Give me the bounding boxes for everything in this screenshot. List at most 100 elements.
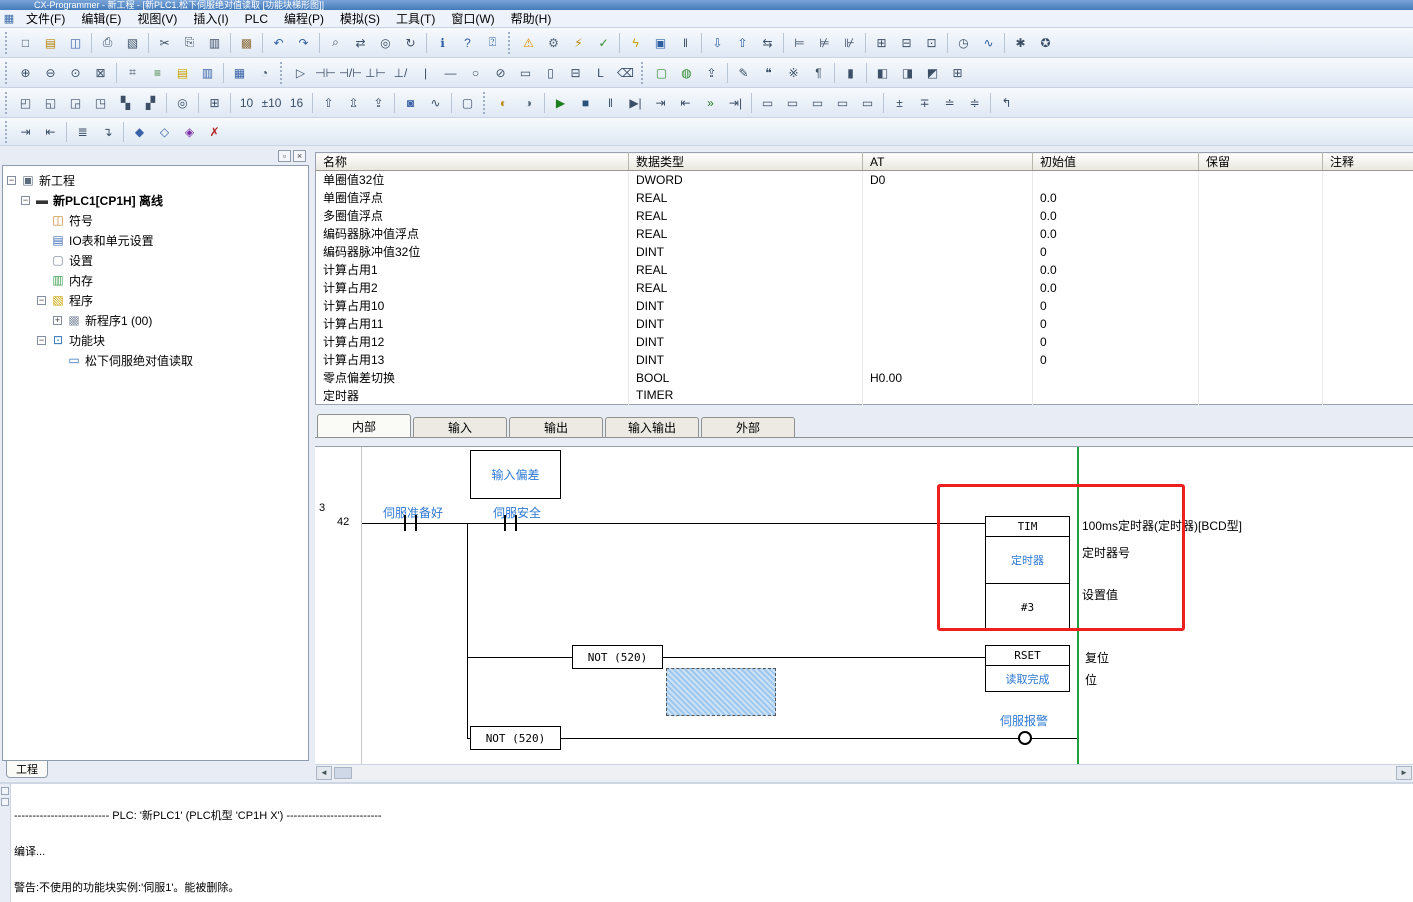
cell-comment[interactable]	[1323, 297, 1413, 315]
cell-at[interactable]	[863, 243, 1033, 261]
cell-at[interactable]	[863, 297, 1033, 315]
toolbar-grip[interactable]	[5, 92, 10, 114]
section-list-icon[interactable]: ▥	[196, 62, 219, 84]
split-window-icon[interactable]: ◧	[871, 62, 894, 84]
column-header-retain[interactable]: 保留	[1199, 153, 1323, 171]
cell-name[interactable]: 计算占用2	[316, 279, 629, 297]
upload-from-plc-icon[interactable]: ⇧	[731, 32, 754, 54]
or-closed-contact-tool-icon[interactable]: ⊥/	[389, 62, 412, 84]
work-area3-icon[interactable]: ▭	[806, 92, 829, 114]
tree-item-memory[interactable]: ▥ 内存	[3, 270, 308, 290]
io-comment-tool-icon[interactable]: ✎	[732, 62, 755, 84]
replace-icon[interactable]: ⇄	[349, 32, 372, 54]
table-row[interactable]: 编码器脉冲值浮点REAL0.0	[316, 225, 1413, 243]
tab-in-out[interactable]: 输入输出	[605, 417, 699, 437]
compile-icon[interactable]: ⚠	[517, 32, 540, 54]
cell-name[interactable]: 计算占用1	[316, 261, 629, 279]
table-row[interactable]: 单圈值浮点REAL0.0	[316, 189, 1413, 207]
barcode-icon[interactable]: ▮	[839, 62, 862, 84]
cell-comment[interactable]	[1323, 387, 1413, 405]
cell-at[interactable]: D0	[863, 171, 1033, 189]
contact-operand-label[interactable]: 伺服安全	[493, 504, 541, 521]
download-to-plc-icon[interactable]: ⇩	[706, 32, 729, 54]
collapse-icon[interactable]: −	[37, 296, 46, 305]
cell-comment[interactable]	[1323, 315, 1413, 333]
toolbar-grip[interactable]	[5, 121, 10, 143]
menu-help[interactable]: 帮助(H)	[503, 10, 560, 27]
cell-at[interactable]: H0.00	[863, 369, 1033, 387]
column-header-initial-value[interactable]: 初始值	[1033, 153, 1199, 171]
cell-init[interactable]: 0	[1033, 243, 1199, 261]
tree-item-symbols[interactable]: ◫ 符号	[3, 210, 308, 230]
print-preview-icon[interactable]: ▧	[121, 32, 144, 54]
cell-retain[interactable]	[1199, 297, 1323, 315]
cell-retain[interactable]	[1199, 279, 1323, 297]
work-area5-icon[interactable]: ▭	[856, 92, 879, 114]
work-area2-icon[interactable]: ▭	[781, 92, 804, 114]
menu-tools[interactable]: 工具(T)	[388, 10, 443, 27]
expand-icon[interactable]: +	[53, 316, 62, 325]
cell-init[interactable]: 0	[1033, 315, 1199, 333]
cell-retain[interactable]	[1199, 369, 1323, 387]
time-chart-icon[interactable]: ∿	[424, 92, 447, 114]
cell-comment[interactable]	[1323, 189, 1413, 207]
tree-item-project[interactable]: − ▣ 新工程	[3, 170, 308, 190]
zoom-100-icon[interactable]: ⊙	[64, 62, 87, 84]
change-order-icon[interactable]: ⇫	[342, 92, 365, 114]
cut-icon[interactable]: ✂	[153, 32, 176, 54]
monitor-icon[interactable]: ▣	[649, 32, 672, 54]
toggle-project-window-icon[interactable]: ◰	[14, 92, 37, 114]
cell-type[interactable]: DINT	[629, 315, 863, 333]
update-fb-icon[interactable]: ⇪	[700, 62, 723, 84]
cell-comment[interactable]	[1323, 243, 1413, 261]
tree-item-io-table[interactable]: ▤ IO表和单元设置	[3, 230, 308, 250]
cell-name[interactable]: 计算占用13	[316, 351, 629, 369]
find-bit-icon[interactable]: ◆	[128, 121, 151, 143]
properties-icon[interactable]: ℹ	[431, 32, 454, 54]
cell-init[interactable]: 0.0	[1033, 261, 1199, 279]
cell-retain[interactable]	[1199, 189, 1323, 207]
open-coil-tool-icon[interactable]: ○	[464, 62, 487, 84]
new-file-icon[interactable]: □	[14, 32, 37, 54]
find-icon[interactable]: ⌕	[324, 32, 347, 54]
output-next-icon[interactable]	[1, 798, 9, 806]
cell-init[interactable]: 0.0	[1033, 225, 1199, 243]
toolbar-grip[interactable]	[5, 62, 10, 84]
find-symbol-icon[interactable]: ◎	[374, 32, 397, 54]
mnemonics-icon[interactable]: ▦	[228, 62, 251, 84]
pulse-monitor-icon[interactable]: ∓	[913, 92, 936, 114]
cell-name[interactable]: 单圈值32位	[316, 171, 629, 189]
not-instruction-box[interactable]: NOT (520)	[572, 645, 663, 669]
cell-name[interactable]: 编码器脉冲值浮点	[316, 225, 629, 243]
force-on-icon[interactable]: ⊨	[788, 32, 811, 54]
cell-retain[interactable]	[1199, 387, 1323, 405]
address-list-icon[interactable]: ≣	[71, 121, 94, 143]
address-comment-icon[interactable]: ▤	[171, 62, 194, 84]
cross-reference-icon[interactable]: ↻	[399, 32, 422, 54]
clear-marks-icon[interactable]: ✗	[203, 121, 226, 143]
cell-init[interactable]: 0.0	[1033, 207, 1199, 225]
workspace-close-button[interactable]: ×	[293, 150, 306, 162]
toolbar-grip[interactable]	[508, 32, 513, 54]
closed-contact-tool-icon[interactable]: ⊣/⊢	[339, 62, 362, 84]
sim-step-run-icon[interactable]: ▶|	[624, 92, 647, 114]
work-area4-icon[interactable]: ▭	[831, 92, 854, 114]
toggle-local-symbols-icon[interactable]: ▚	[114, 92, 137, 114]
toggle-xref-window-icon[interactable]: ◳	[89, 92, 112, 114]
rset-instruction-block[interactable]: RSET 读取完成	[985, 645, 1070, 692]
sim-pause-icon[interactable]: ‖	[599, 92, 622, 114]
workspace-pin-button[interactable]: ▫	[278, 150, 291, 162]
online-edit-icon[interactable]: ⚡	[567, 32, 590, 54]
symbols-bar-icon[interactable]: ≡	[146, 62, 169, 84]
cell-retain[interactable]	[1199, 351, 1323, 369]
cell-at[interactable]	[863, 225, 1033, 243]
cell-name[interactable]: 零点偏差切换	[316, 369, 629, 387]
table-row[interactable]: 定时器TIMER	[316, 387, 1413, 405]
cell-comment[interactable]	[1323, 333, 1413, 351]
data-trace-icon[interactable]: ∿	[977, 32, 1000, 54]
zoom-in-icon[interactable]: ⊕	[14, 62, 37, 84]
menu-view[interactable]: 视图(V)	[129, 10, 185, 27]
cell-retain[interactable]	[1199, 261, 1323, 279]
cell-name[interactable]: 计算占用12	[316, 333, 629, 351]
cell-retain[interactable]	[1199, 171, 1323, 189]
